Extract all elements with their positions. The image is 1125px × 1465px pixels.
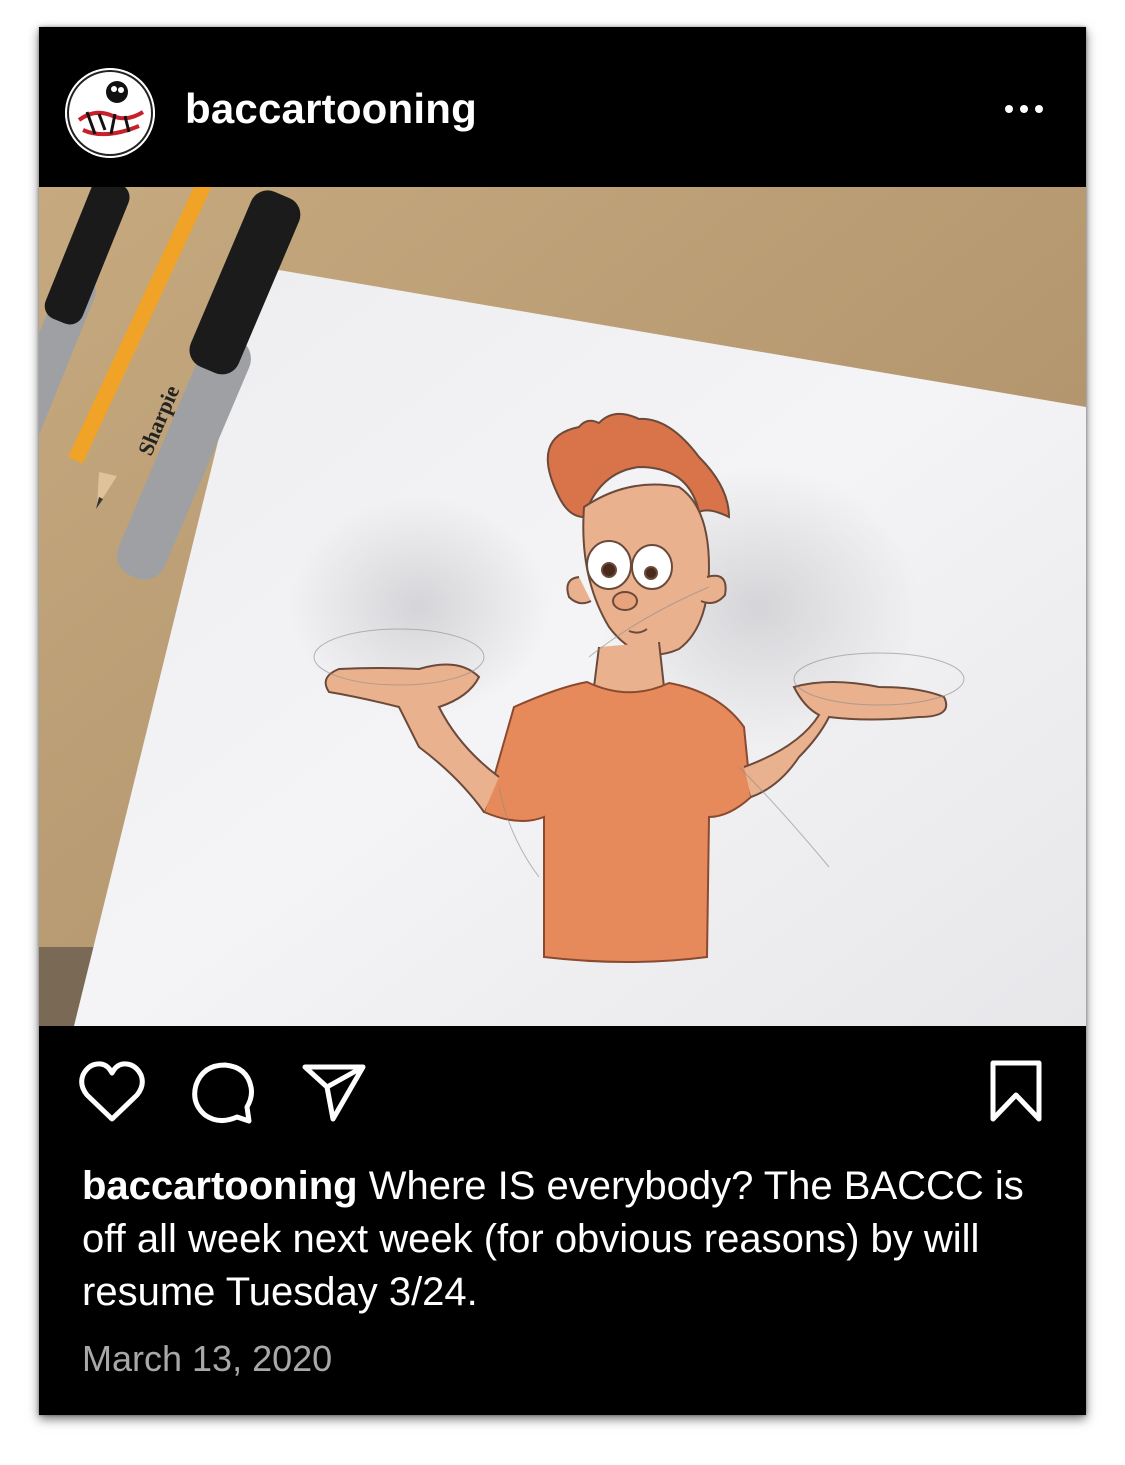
- post-photo[interactable]: Sharpie: [39, 187, 1086, 1026]
- more-options-button[interactable]: [1000, 97, 1050, 127]
- bookmark-icon: [990, 1060, 1042, 1122]
- heart-icon: [79, 1061, 145, 1122]
- post-action-bar: [39, 1057, 1086, 1127]
- post-header: baccartooning: [39, 27, 1086, 187]
- instagram-post-card: baccartooning Sharpie baccartooning Wher…: [39, 27, 1086, 1415]
- like-button[interactable]: [77, 1057, 147, 1127]
- comment-icon: [192, 1062, 254, 1124]
- post-caption: baccartooning Where IS everybody? The BA…: [82, 1160, 1042, 1319]
- bacc-logo-icon: [65, 68, 155, 158]
- avatar[interactable]: [65, 68, 155, 158]
- more-options-icon: [1005, 105, 1043, 113]
- caption-username[interactable]: baccartooning: [82, 1164, 358, 1208]
- comment-button[interactable]: [187, 1057, 257, 1127]
- post-date: March 13, 2020: [82, 1338, 333, 1379]
- drawing-photo: Sharpie: [39, 187, 1086, 1026]
- post-username[interactable]: baccartooning: [185, 85, 477, 133]
- send-icon: [302, 1064, 366, 1122]
- save-button[interactable]: [981, 1057, 1051, 1127]
- share-button[interactable]: [299, 1057, 369, 1127]
